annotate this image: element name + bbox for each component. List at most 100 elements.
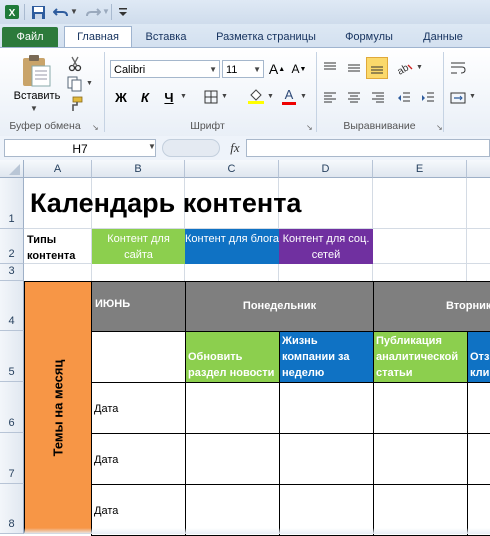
empty-cell[interactable] xyxy=(91,331,186,383)
calendar-cell[interactable] xyxy=(467,433,490,485)
align-left-icon[interactable] xyxy=(320,88,340,108)
calendar-cell[interactable] xyxy=(279,433,374,485)
customize-icon[interactable] xyxy=(114,3,132,21)
calendar-cell[interactable] xyxy=(467,382,490,434)
day-header-monday[interactable]: Понедельник xyxy=(185,281,374,332)
legend-social[interactable]: Контент для соц. сетей xyxy=(279,229,373,264)
copy-dropdown-icon[interactable]: ▼ xyxy=(86,80,93,87)
legend-site[interactable]: Контент для сайта xyxy=(92,229,185,264)
themes-cell[interactable]: Темы на месяц xyxy=(24,281,92,534)
column-header-c[interactable]: C xyxy=(185,160,279,178)
calendar-cell[interactable] xyxy=(185,433,280,485)
wrap-text-icon[interactable] xyxy=(448,58,468,78)
text-orientation-icon[interactable]: ab xyxy=(394,58,416,78)
font-size-combo[interactable]: 11 ▼ xyxy=(222,60,264,78)
italic-button[interactable]: К xyxy=(136,88,154,106)
calendar-cell[interactable] xyxy=(279,382,374,434)
undo-icon[interactable] xyxy=(52,3,70,21)
select-all-button[interactable] xyxy=(0,160,24,178)
insert-function-button[interactable]: fx xyxy=(226,138,244,158)
fill-color-dropdown-icon[interactable]: ▼ xyxy=(267,93,274,100)
shrink-font-icon: A xyxy=(291,62,300,76)
row-header-6[interactable]: 6 xyxy=(0,382,24,433)
row-header-1[interactable]: 1 xyxy=(0,178,24,229)
alignment-group-label: Выравнивание xyxy=(343,120,416,132)
copy-icon[interactable] xyxy=(66,75,84,93)
calendar-cell[interactable] xyxy=(185,382,280,434)
underline-button[interactable]: Ч xyxy=(160,88,178,106)
save-icon[interactable] xyxy=(29,3,47,21)
font-color-dropdown-icon[interactable]: ▼ xyxy=(300,93,307,100)
clipboard-launcher-icon[interactable]: ↘ xyxy=(92,123,99,132)
formula-input[interactable] xyxy=(246,139,490,157)
font-color-button[interactable]: A xyxy=(280,86,298,106)
align-middle-icon[interactable] xyxy=(344,58,364,78)
borders-icon[interactable] xyxy=(202,88,220,106)
align-center-icon[interactable] xyxy=(344,88,364,108)
increase-indent-icon[interactable] xyxy=(418,88,438,108)
tab-page-layout[interactable]: Разметка страницы xyxy=(204,27,328,48)
orientation-dropdown-icon[interactable]: ▼ xyxy=(416,64,423,71)
sheet-title[interactable]: Календарь контента xyxy=(30,188,301,219)
align-right-icon[interactable] xyxy=(368,88,388,108)
name-box-dropdown-icon[interactable]: ▼ xyxy=(148,142,156,151)
row-header-2[interactable]: 2 xyxy=(0,229,24,264)
task-label: Жизнь компании за неделю xyxy=(282,335,350,379)
redo-dropdown-icon[interactable]: ▼ xyxy=(102,7,110,16)
tab-insert[interactable]: Вставка xyxy=(140,27,192,48)
tab-file[interactable]: Файл xyxy=(2,27,58,48)
paste-button[interactable]: Вставить xyxy=(12,90,62,102)
align-top-icon[interactable] xyxy=(320,58,340,78)
row-header-5[interactable]: 5 xyxy=(0,331,24,382)
format-painter-icon[interactable] xyxy=(66,95,84,113)
column-header-b[interactable]: B xyxy=(92,160,185,178)
name-box[interactable]: H7 xyxy=(4,139,156,157)
calendar-cell[interactable] xyxy=(373,382,468,434)
task-cell[interactable]: Отз кли xyxy=(467,331,490,383)
task-cell[interactable]: Обновить раздел новости xyxy=(185,331,280,383)
underline-dropdown-icon[interactable]: ▼ xyxy=(180,93,187,100)
borders-dropdown-icon[interactable]: ▼ xyxy=(221,93,228,100)
tab-data[interactable]: Данные xyxy=(412,27,474,48)
task-cell[interactable]: Публикация аналитической статьи xyxy=(373,331,468,383)
column-header-f[interactable] xyxy=(467,160,490,178)
month-cell[interactable]: ИЮНЬ xyxy=(91,281,186,332)
cut-icon[interactable] xyxy=(66,55,84,73)
shrink-font-button[interactable]: A ▼ xyxy=(290,60,308,78)
types-label[interactable]: Типы контента xyxy=(27,232,89,264)
bold-button[interactable]: Ж xyxy=(112,88,130,106)
undo-dropdown-icon[interactable]: ▼ xyxy=(70,7,78,16)
column-header-a[interactable]: A xyxy=(24,160,92,178)
font-launcher-icon[interactable]: ↘ xyxy=(306,123,313,132)
row-header-7[interactable]: 7 xyxy=(0,433,24,484)
font-color-icon: A xyxy=(284,87,294,102)
gridline xyxy=(466,178,467,281)
grow-font-button[interactable]: A ▲ xyxy=(268,60,286,78)
font-name-combo[interactable]: Calibri ▼ xyxy=(110,60,220,78)
decrease-indent-icon[interactable] xyxy=(394,88,414,108)
column-header-d[interactable]: D xyxy=(279,160,373,178)
tab-formulas[interactable]: Формулы xyxy=(336,27,402,48)
align-bottom-icon[interactable] xyxy=(366,57,388,79)
paste-icon[interactable] xyxy=(18,53,54,89)
calendar-cell[interactable] xyxy=(373,433,468,485)
grow-font-icon: A xyxy=(268,61,279,77)
merge-center-icon[interactable] xyxy=(448,88,468,108)
row-header-8[interactable]: 8 xyxy=(0,484,24,534)
day-header-tuesday[interactable]: Вторник xyxy=(373,281,490,332)
formula-bar-splitter[interactable] xyxy=(162,139,220,157)
date-cell[interactable]: Дата xyxy=(91,433,186,485)
task-cell[interactable]: Жизнь компании за неделю xyxy=(279,331,374,383)
merge-dropdown-icon[interactable]: ▼ xyxy=(469,93,476,100)
alignment-launcher-icon[interactable]: ↘ xyxy=(436,123,443,132)
fill-color-icon[interactable] xyxy=(246,86,266,106)
excel-logo-icon[interactable]: X xyxy=(3,3,21,21)
column-header-e[interactable]: E xyxy=(373,160,467,178)
redo-icon[interactable] xyxy=(84,3,102,21)
tab-home[interactable]: Главная xyxy=(64,26,132,49)
row-header-4[interactable]: 4 xyxy=(0,281,24,331)
date-cell[interactable]: Дата xyxy=(91,382,186,434)
paste-dropdown-icon[interactable]: ▼ xyxy=(30,104,38,113)
row-header-3[interactable]: 3 xyxy=(0,264,24,281)
legend-blog[interactable]: Контент для блога xyxy=(185,229,279,264)
